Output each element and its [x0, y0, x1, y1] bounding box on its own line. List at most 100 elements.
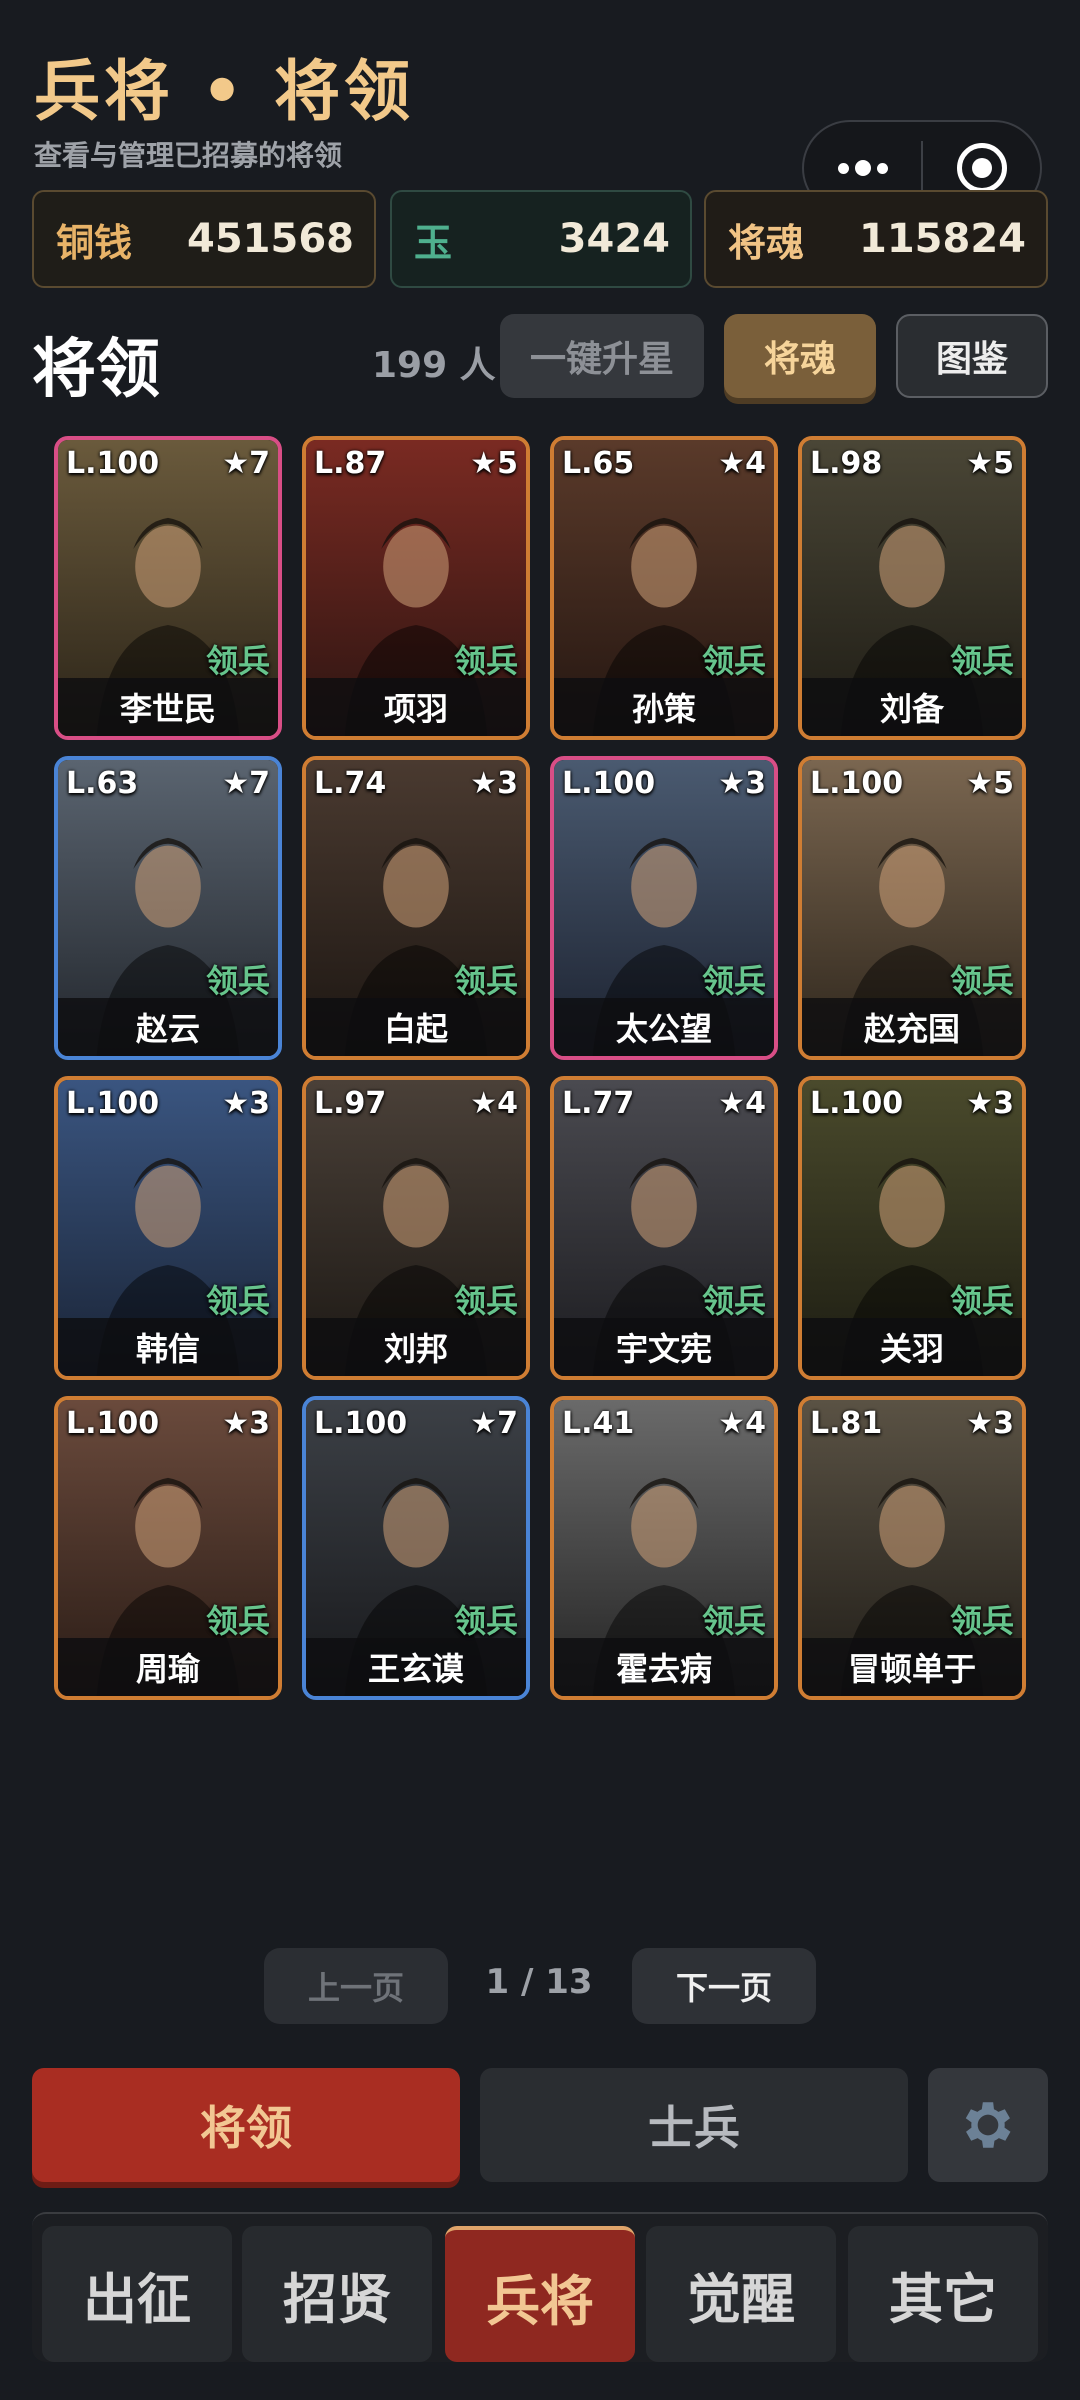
currency-copper-label: 铜钱: [56, 220, 133, 265]
general-nameplate: 韩信: [58, 1318, 278, 1376]
general-role-tag: 领兵: [205, 642, 270, 680]
general-level: L.100: [66, 1086, 160, 1121]
general-stars: ★5: [966, 766, 1014, 801]
general-stars: ★3: [470, 766, 518, 801]
general-role-tag: 领兵: [453, 1282, 518, 1320]
general-card[interactable]: L.100 ★3 领兵 韩信: [54, 1076, 282, 1380]
general-nameplate: 周瑜: [58, 1638, 278, 1696]
currency-soul-value: 115824: [859, 216, 1026, 262]
general-nameplate: 关羽: [802, 1318, 1022, 1376]
general-card[interactable]: L.100 ★3 领兵 太公望: [550, 756, 778, 1060]
general-card[interactable]: L.100 ★7 领兵 王玄谟: [302, 1396, 530, 1700]
general-card[interactable]: L.63 ★7 领兵 赵云: [54, 756, 282, 1060]
general-role-tag: 领兵: [205, 1602, 270, 1640]
general-soul-button[interactable]: 将魂: [724, 314, 876, 398]
page-indicator: 1 / 13: [485, 1962, 593, 2002]
more-dots-icon: [837, 160, 888, 176]
general-card[interactable]: L.74 ★3 领兵 白起: [302, 756, 530, 1060]
tab-soldiers[interactable]: 士兵: [480, 2068, 908, 2182]
gear-icon: [965, 2102, 1011, 2148]
nav-other[interactable]: 其它: [848, 2226, 1038, 2362]
general-name: 刘邦: [383, 1330, 448, 1368]
general-card[interactable]: L.100 ★3 领兵 周瑜: [54, 1396, 282, 1700]
general-card[interactable]: L.77 ★4 领兵宇文宪: [550, 1076, 778, 1380]
tab-generals[interactable]: 将领: [32, 2068, 460, 2182]
general-role-tag: 领兵: [205, 962, 270, 1000]
settings-button[interactable]: [928, 2068, 1048, 2182]
general-card[interactable]: L.41 ★4 领兵 霍去病: [550, 1396, 778, 1700]
general-level: L.77: [562, 1086, 635, 1121]
general-role-tag: 领兵: [701, 642, 766, 680]
general-card[interactable]: L.65 ★4 领兵 孙策: [550, 436, 778, 740]
general-nameplate: 太公望: [554, 998, 774, 1056]
target-circle-icon: [956, 143, 1007, 193]
general-role-tag: 领兵: [205, 1282, 270, 1320]
general-stars: ★5: [966, 446, 1014, 481]
general-stars: ★3: [718, 766, 766, 801]
general-stars: ★3: [222, 1406, 270, 1441]
general-role-tag: 领兵: [701, 1602, 766, 1640]
general-nameplate: 宇文宪: [554, 1318, 774, 1376]
general-nameplate: 赵云: [58, 998, 278, 1056]
general-card[interactable]: L.100 ★7 领兵 李世民: [54, 436, 282, 740]
general-name: 关羽: [879, 1330, 944, 1368]
currency-soul-label: 将魂: [728, 220, 805, 265]
nav-recruit[interactable]: 招贤: [242, 2226, 432, 2362]
general-level: L.97: [314, 1086, 387, 1121]
general-role-tag: 领兵: [453, 642, 518, 680]
bottom-nav: 出征 招贤 兵将 觉醒 其它: [32, 2212, 1048, 2362]
nav-awaken[interactable]: 觉醒: [646, 2226, 836, 2362]
general-name: 项羽: [383, 690, 448, 728]
nav-troops[interactable]: 兵将: [445, 2226, 635, 2362]
general-card[interactable]: L.100 ★5 领兵赵充国: [798, 756, 1026, 1060]
general-role-tag: 领兵: [453, 1602, 518, 1640]
general-level: L.100: [810, 766, 904, 801]
general-stars: ★3: [966, 1406, 1014, 1441]
nav-expedition[interactable]: 出征: [42, 2226, 232, 2362]
general-name: 李世民: [119, 690, 216, 728]
general-level: L.100: [66, 446, 160, 481]
currency-jade: 玉 3424: [390, 190, 692, 288]
atlas-button[interactable]: 图鉴: [896, 314, 1048, 398]
general-stars: ★4: [718, 446, 766, 481]
general-level: L.100: [562, 766, 656, 801]
general-nameplate: 白起: [306, 998, 526, 1056]
general-stars: ★4: [718, 1406, 766, 1441]
general-nameplate: 刘邦: [306, 1318, 526, 1376]
general-level: L.65: [562, 446, 635, 481]
general-card[interactable]: L.81 ★3 领兵 冒顿单于: [798, 1396, 1026, 1700]
general-stars: ★4: [470, 1086, 518, 1121]
general-stars: ★5: [470, 446, 518, 481]
general-level: L.41: [562, 1406, 635, 1441]
general-role-tag: 领兵: [949, 642, 1014, 680]
general-nameplate: 孙策: [554, 678, 774, 736]
general-stars: ★4: [718, 1086, 766, 1121]
prev-page-button[interactable]: 上一页: [264, 1948, 448, 2024]
general-level: L.87: [314, 446, 387, 481]
general-level: L.81: [810, 1406, 883, 1441]
general-name: 赵云: [135, 1010, 200, 1048]
general-nameplate: 冒顿单于: [802, 1638, 1022, 1696]
general-name: 刘备: [879, 690, 944, 728]
general-name: 宇文宪: [615, 1330, 712, 1368]
general-card[interactable]: L.87 ★5 领兵 项羽: [302, 436, 530, 740]
general-name: 冒顿单于: [847, 1650, 976, 1688]
next-page-button[interactable]: 下一页: [632, 1948, 816, 2024]
general-nameplate: 霍去病: [554, 1638, 774, 1696]
general-name: 周瑜: [135, 1650, 200, 1688]
currency-copper: 铜钱 451568: [32, 190, 376, 288]
general-role-tag: 领兵: [949, 1282, 1014, 1320]
general-level: L.74: [314, 766, 387, 801]
general-nameplate: 项羽: [306, 678, 526, 736]
general-name: 赵充国: [863, 1010, 960, 1048]
general-card[interactable]: L.97 ★4 领兵 刘邦: [302, 1076, 530, 1380]
general-nameplate: 王玄谟: [306, 1638, 526, 1696]
currency-copper-value: 451568: [187, 216, 354, 262]
general-card[interactable]: L.100 ★3 领兵 关羽: [798, 1076, 1026, 1380]
general-card[interactable]: L.98 ★5 领兵 刘备: [798, 436, 1026, 740]
star-up-all-button[interactable]: 一键升星: [500, 314, 704, 398]
general-role-tag: 领兵: [949, 962, 1014, 1000]
general-count: 199 人: [372, 345, 496, 386]
general-level: L.63: [66, 766, 139, 801]
general-role-tag: 领兵: [701, 1282, 766, 1320]
